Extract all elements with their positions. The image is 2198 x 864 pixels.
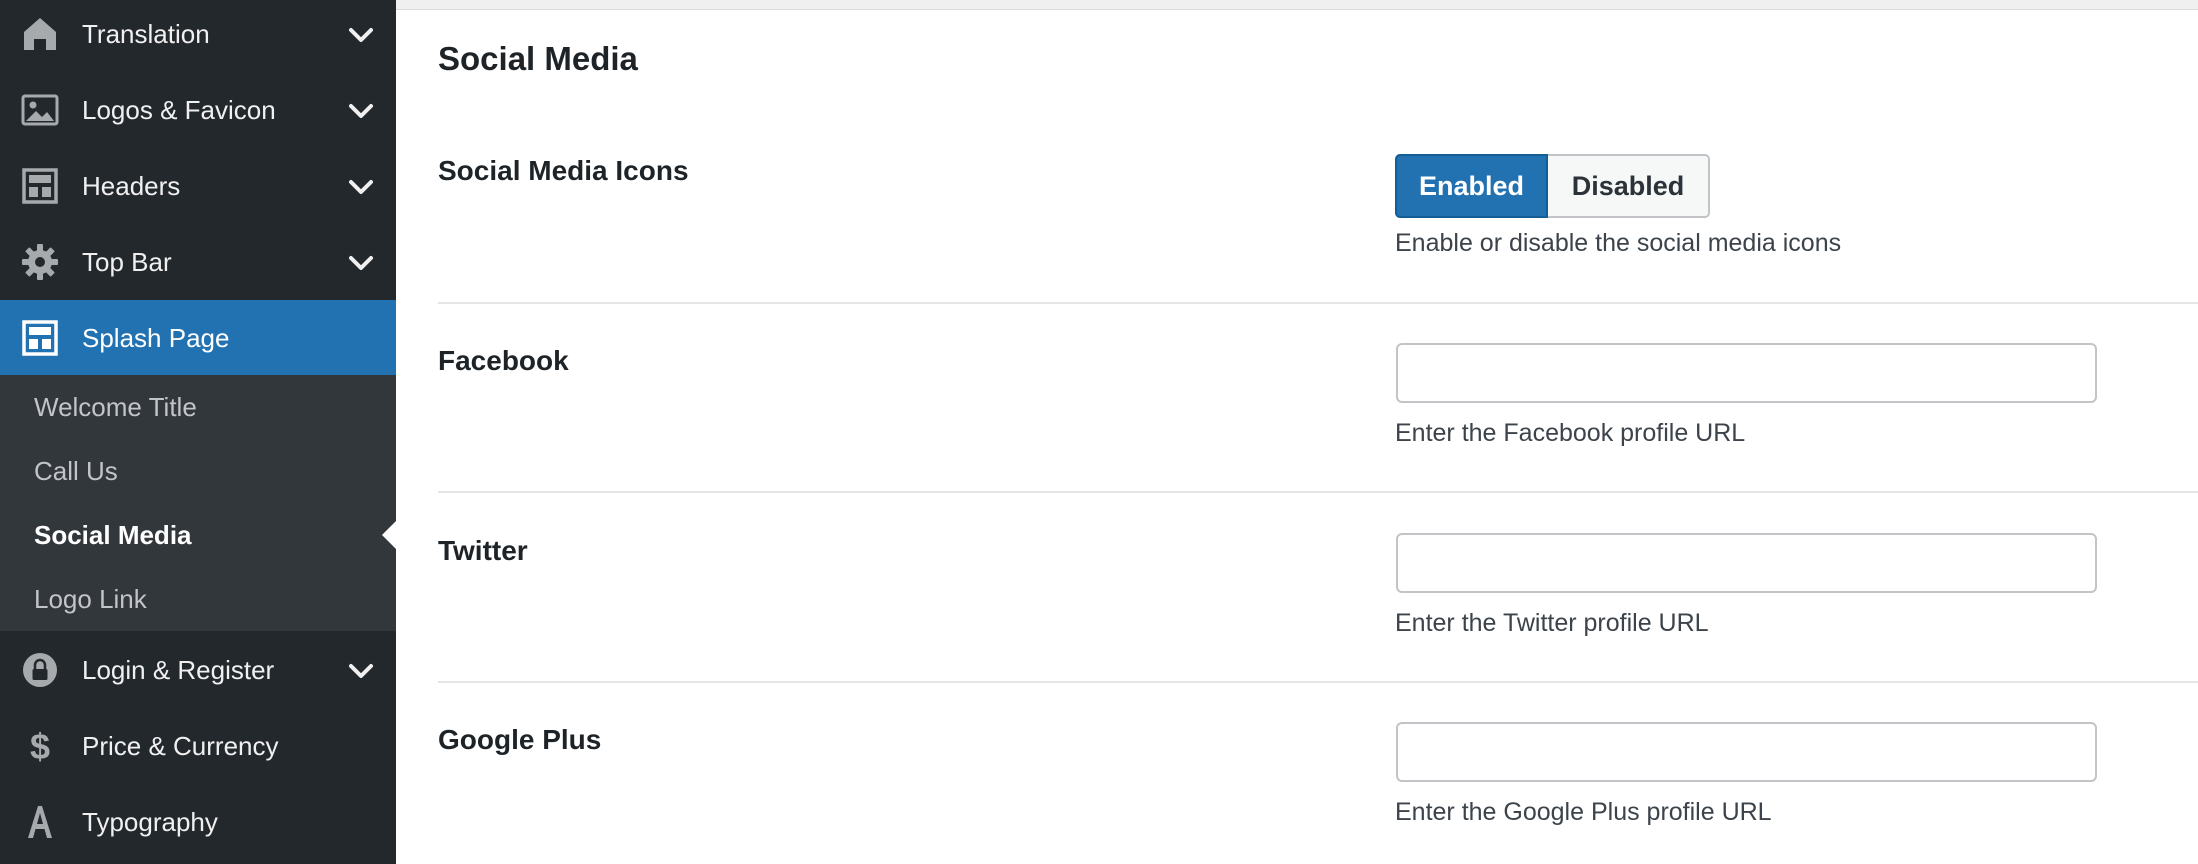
sidebar-item-label: Logos & Favicon: [82, 95, 276, 125]
image-icon: [20, 90, 60, 130]
sidebar-item-label: Splash Page: [82, 323, 230, 353]
typography-icon: [20, 802, 60, 842]
sidebar-item-logos-favicon[interactable]: Logos & Favicon: [0, 72, 396, 148]
submenu-item-label: Welcome Title: [34, 392, 197, 422]
submenu-item-social-media[interactable]: Social Media: [0, 503, 396, 567]
twitter-label: Twitter: [438, 535, 528, 566]
sidebar-item-label: Price & Currency: [82, 731, 279, 761]
dollar-icon: $: [20, 726, 60, 766]
social-media-icons-toggle: Enabled Disabled: [1395, 154, 1710, 218]
lock-icon: [20, 650, 60, 690]
svg-text:$: $: [30, 726, 50, 766]
sidebar-item-typography[interactable]: Typography: [0, 784, 396, 860]
enabled-button[interactable]: Enabled: [1395, 154, 1548, 218]
facebook-url-input[interactable]: [1396, 343, 2097, 403]
twitter-description: Enter the Twitter profile URL: [1395, 609, 1709, 637]
chevron-down-icon[interactable]: [346, 172, 376, 202]
top-divider: [396, 0, 2198, 10]
sidebar-item-login-register[interactable]: Login & Register: [0, 632, 396, 708]
current-indicator: [382, 521, 396, 549]
chevron-down-icon[interactable]: [346, 96, 376, 126]
submenu-item-label: Social Media: [34, 520, 192, 550]
row-divider: [438, 681, 2198, 683]
social-media-icons-description: Enable or disable the social media icons: [1395, 229, 1842, 257]
sidebar-item-price-currency[interactable]: $ Price & Currency: [0, 708, 396, 784]
section-title: Social Media: [438, 40, 638, 77]
sidebar-item-label: Translation: [82, 19, 210, 49]
row-divider: [438, 302, 2198, 304]
sidebar-submenu: Welcome Title Call Us Social Media Logo …: [0, 375, 396, 631]
google-plus-url-input[interactable]: [1396, 722, 2097, 782]
gear-icon: [20, 242, 60, 282]
twitter-url-input[interactable]: [1396, 533, 2097, 593]
sidebar-item-top-bar[interactable]: Top Bar: [0, 224, 396, 300]
admin-sidebar: Translation Logos & Favicon Headers Top …: [0, 0, 396, 864]
social-media-icons-label: Social Media Icons: [438, 155, 689, 186]
sidebar-item-label: Top Bar: [82, 247, 172, 277]
sidebar-item-label: Login & Register: [82, 655, 275, 685]
google-plus-label: Google Plus: [438, 724, 602, 755]
layout-icon: [20, 318, 60, 358]
facebook-description: Enter the Facebook profile URL: [1395, 419, 1746, 447]
sidebar-item-translation[interactable]: Translation: [0, 0, 396, 72]
sidebar-item-headers[interactable]: Headers: [0, 148, 396, 224]
chevron-down-icon[interactable]: [346, 656, 376, 686]
submenu-item-label: Logo Link: [34, 584, 147, 614]
facebook-label: Facebook: [438, 345, 569, 376]
main-content: Social Media Social Media Icons Enabled …: [396, 0, 2198, 864]
chevron-down-icon[interactable]: [346, 20, 376, 50]
home-icon: [20, 14, 60, 54]
submenu-item-label: Call Us: [34, 456, 118, 486]
sidebar-item-splash-page[interactable]: Splash Page: [0, 300, 396, 376]
submenu-item-logo-link[interactable]: Logo Link: [0, 567, 396, 631]
disabled-button[interactable]: Disabled: [1548, 154, 1710, 218]
chevron-down-icon[interactable]: [346, 248, 376, 278]
submenu-item-welcome-title[interactable]: Welcome Title: [0, 375, 396, 439]
google-plus-description: Enter the Google Plus profile URL: [1395, 798, 1772, 826]
sidebar-item-label: Headers: [82, 171, 181, 201]
layout-icon: [20, 166, 60, 206]
sidebar-item-label: Typography: [82, 807, 218, 837]
submenu-item-call-us[interactable]: Call Us: [0, 439, 396, 503]
row-divider: [438, 491, 2198, 493]
